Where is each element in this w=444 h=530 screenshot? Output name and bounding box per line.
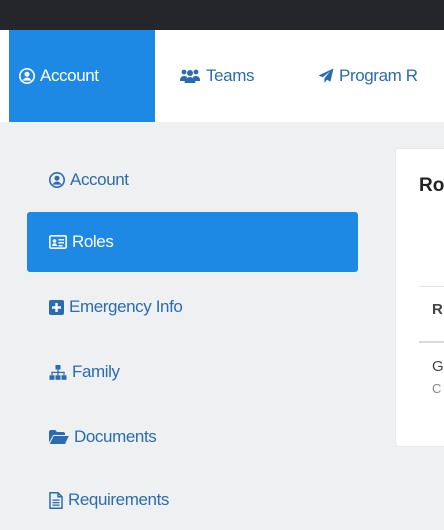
sidebar-item-family[interactable]: Family [27, 342, 358, 402]
sidebar-item-label: Requirements [68, 490, 170, 509]
divider [419, 286, 444, 287]
sidebar-item-label: Roles [72, 232, 114, 251]
column-header: R [432, 301, 443, 318]
folder-open-icon [49, 430, 69, 444]
sidebar-item-requirements[interactable]: Requirements [27, 470, 358, 530]
sidebar-item-emergency-info[interactable]: Emergency Info [27, 277, 358, 337]
divider [419, 341, 444, 343]
sidebar-item-label: Account [70, 170, 129, 189]
sidebar-item-label: Family [72, 362, 120, 381]
file-text-icon [49, 491, 63, 509]
sidebar-item-label: Emergency Info [69, 297, 183, 316]
tab-label: Program R [339, 66, 418, 85]
id-card-icon [49, 235, 67, 249]
roles-card: Ro R G C [396, 149, 444, 446]
sidebar-item-roles[interactable]: Roles [27, 212, 358, 272]
tab-label: Account [40, 66, 99, 85]
sidebar-item-account[interactable]: Account [27, 150, 358, 210]
main-nav: Account Teams Program R [0, 30, 444, 122]
user-circle-icon [19, 68, 35, 84]
user-circle-icon [49, 172, 65, 188]
role-name: G [432, 358, 444, 375]
paper-plane-icon [318, 68, 334, 84]
users-icon [179, 68, 201, 84]
tab-program[interactable]: Program R [318, 30, 418, 122]
sidebar-item-label: Documents [74, 427, 157, 446]
role-detail: C [432, 381, 442, 396]
tab-account[interactable]: Account [9, 30, 155, 122]
sitemap-icon [49, 364, 67, 380]
plus-square-icon [49, 299, 64, 315]
sidebar-item-documents[interactable]: Documents [27, 407, 358, 467]
card-title: Ro [419, 175, 444, 196]
tab-label: Teams [206, 66, 255, 85]
tab-teams[interactable]: Teams [179, 30, 254, 122]
top-bar [0, 0, 444, 30]
